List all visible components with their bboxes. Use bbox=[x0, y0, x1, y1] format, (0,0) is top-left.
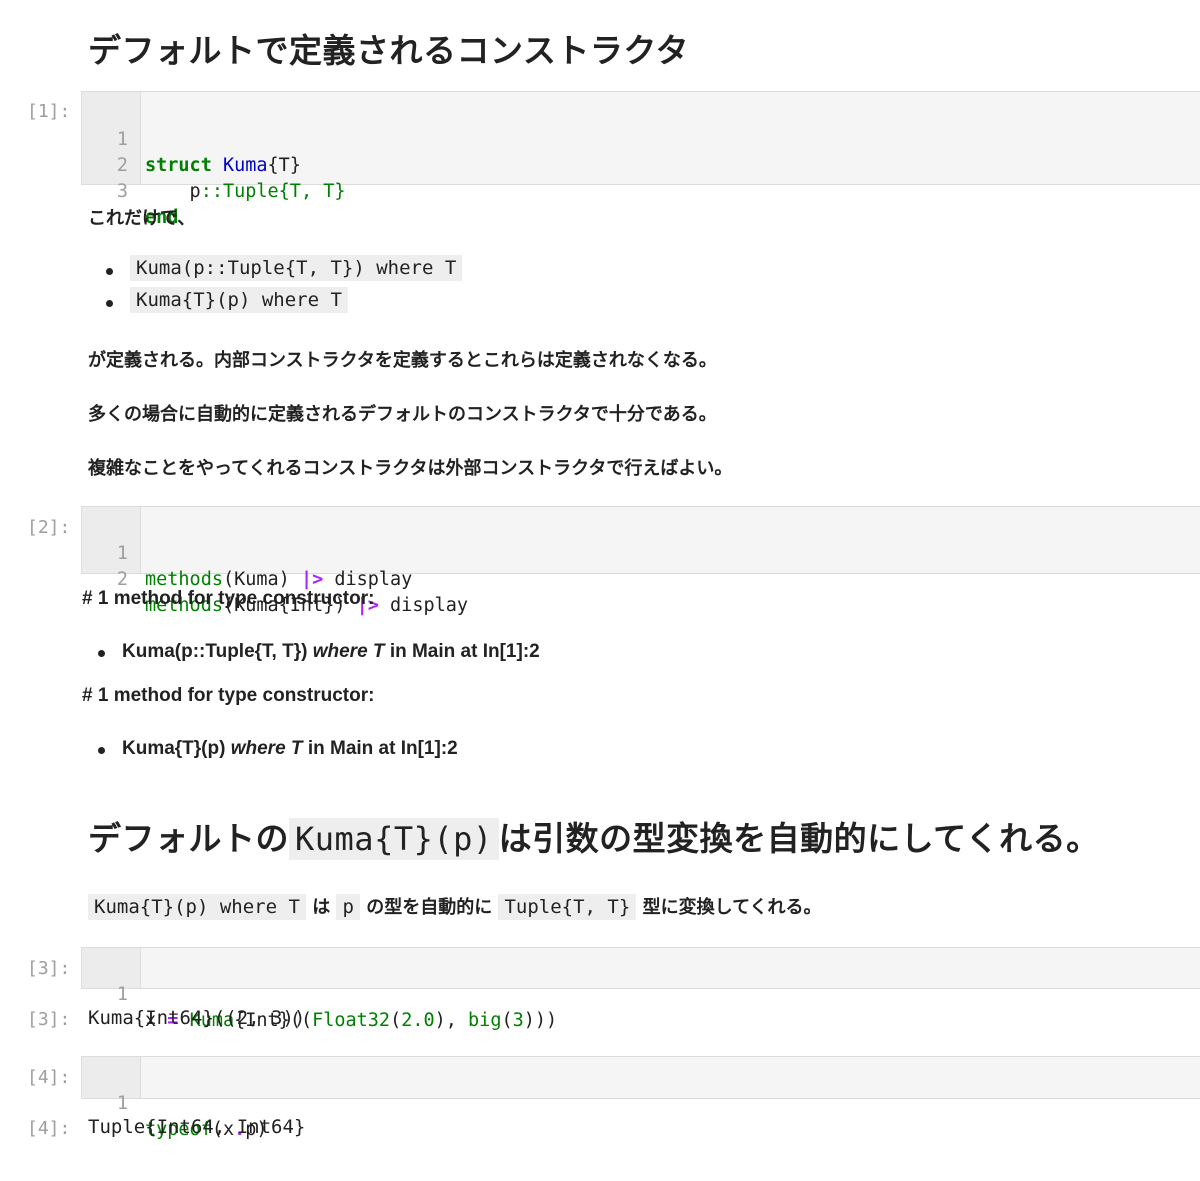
inline-code: Kuma{T}(p) where T bbox=[130, 287, 348, 313]
markdown-text: Kuma{T}(p) where T は p の型を自動的に Tuple{T, … bbox=[88, 893, 822, 920]
markdown-text: 多くの場合に自動的に定義されるデフォルトのコンストラクタで十分である。 bbox=[88, 404, 717, 425]
line-number: 3 bbox=[116, 181, 128, 202]
code-text: p bbox=[145, 181, 201, 202]
bullet-icon bbox=[98, 747, 105, 754]
code-text: display bbox=[323, 569, 413, 590]
code-line: 1 struct Kuma{T} bbox=[82, 101, 301, 176]
bullet-icon bbox=[98, 650, 105, 657]
output-heading: # 1 method for type constructor: bbox=[82, 685, 375, 706]
number-literal: 2.0 bbox=[401, 1010, 435, 1031]
function-name: big bbox=[468, 1010, 502, 1031]
code-line: 2 methods(Kuma{Int}) |> display bbox=[82, 541, 468, 616]
code-line: 2 p::Tuple{T, T} bbox=[82, 127, 346, 202]
number-literal: 3 bbox=[512, 1010, 524, 1031]
function-name: Float32 bbox=[312, 1010, 391, 1031]
output-text: Tuple{Int64, Int64} bbox=[88, 1116, 306, 1138]
line-number: 1 bbox=[116, 984, 128, 1005]
markdown-text: 複雑なことをやってくれるコンストラクタは外部コンストラクタで行えばよい。 bbox=[88, 458, 733, 479]
code-text: {T} bbox=[267, 155, 301, 176]
markdown-text: が定義される。内部コンストラクタを定義するとこれらは定義されなくなる。 bbox=[88, 350, 717, 371]
inline-code: Tuple{T, T} bbox=[498, 894, 637, 920]
type-name: Tuple{T, T} bbox=[222, 181, 346, 202]
inline-code: Kuma(p::Tuple{T, T}) where T bbox=[130, 255, 463, 281]
method-item: Kuma(p::Tuple{T, T}) where T in Main at … bbox=[122, 641, 540, 662]
bullet-icon bbox=[106, 268, 113, 275]
code-cell[interactable]: 1 typeof(x.p) bbox=[81, 1056, 1200, 1140]
section-heading: デフォルトで定義されるコンストラクタ bbox=[88, 31, 690, 70]
input-prompt: [4]: bbox=[27, 1067, 71, 1088]
code-line: 1 x = Kuma{Int}((Float32(2.0), big(3))) bbox=[82, 956, 557, 1031]
input-prompt: [2]: bbox=[27, 517, 71, 538]
input-prompt: [1]: bbox=[27, 101, 71, 122]
bullet-icon bbox=[106, 300, 113, 307]
inline-code: p bbox=[336, 894, 360, 920]
type-name: Kuma bbox=[222, 155, 268, 176]
inline-code: Kuma{T}(p) where T bbox=[88, 894, 306, 920]
code-text: display bbox=[378, 595, 469, 616]
code-cell[interactable]: 1 x = Kuma{Int}((Float32(2.0), big(3))) bbox=[81, 947, 1200, 1031]
section-heading: デフォルトの Kuma{T}(p) は引数の型変換を自動的にしてくれる。 bbox=[88, 818, 1100, 860]
line-number: 1 bbox=[116, 1093, 128, 1114]
type-name: Tuple{T, T} bbox=[205, 641, 302, 662]
output-text: Kuma{Int64}((2, 3)) bbox=[88, 1007, 306, 1029]
input-prompt: [3]: bbox=[27, 958, 71, 979]
markdown-text: これだけで、 bbox=[88, 208, 196, 229]
code-cell[interactable]: 1 methods(Kuma) |> display 2 methods(Kum… bbox=[81, 506, 1200, 616]
code-cell[interactable]: 1 struct Kuma{T} 2 p::Tuple{T, T} 3 end bbox=[81, 91, 1200, 228]
code-line: 1 methods(Kuma) |> display bbox=[82, 515, 412, 590]
output-heading: # 1 method for type constructor: bbox=[82, 588, 375, 609]
keyword: struct bbox=[145, 155, 212, 176]
operator: :: bbox=[200, 181, 223, 202]
function-name: methods bbox=[145, 569, 223, 590]
inline-code: Kuma{T}(p) bbox=[289, 818, 499, 860]
output-prompt: [3]: bbox=[27, 1009, 71, 1030]
code-line: 1 typeof(x.p) bbox=[82, 1065, 268, 1140]
operator: |> bbox=[300, 569, 324, 590]
list-item: Kuma(p::Tuple{T, T}) where T bbox=[130, 255, 463, 281]
code-text: (Kuma) bbox=[222, 569, 301, 590]
method-item: Kuma{T}(p) where T in Main at In[1]:2 bbox=[122, 738, 458, 759]
output-prompt: [4]: bbox=[27, 1118, 71, 1139]
code-line: 3 end bbox=[82, 153, 179, 228]
list-item: Kuma{T}(p) where T bbox=[130, 287, 348, 313]
